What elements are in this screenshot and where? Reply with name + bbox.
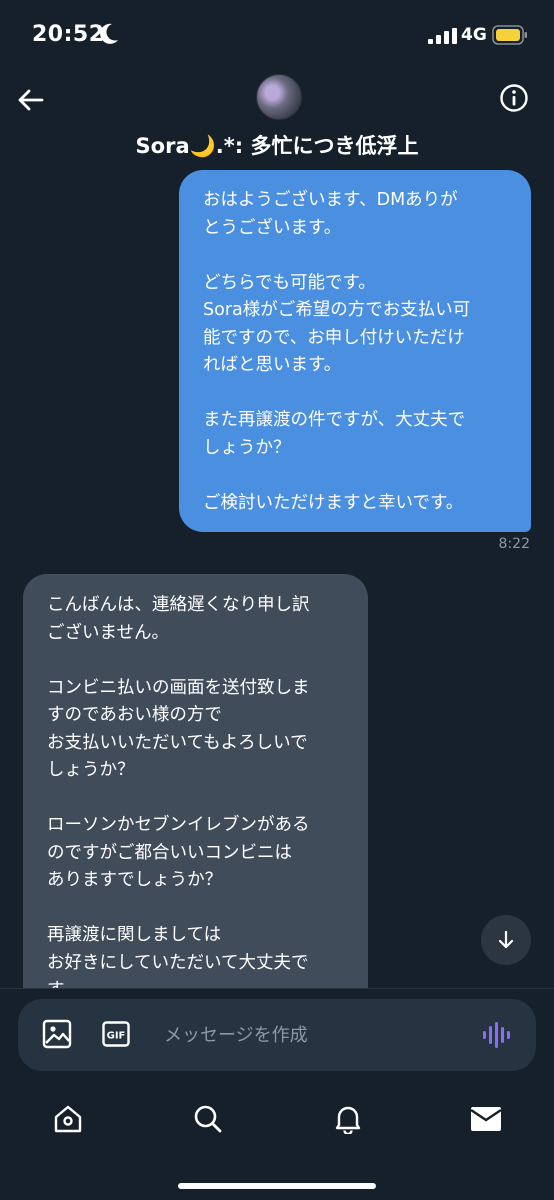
sent-message[interactable]: おはようございます、DMありが とうございます。 どちらでも可能です。 Sora… [179, 170, 531, 532]
gif-icon[interactable]: GIF [102, 1021, 130, 1047]
bottom-area: GIF [0, 988, 554, 1200]
status-bar: 20:52 4G [0, 0, 554, 70]
mail-icon [470, 1107, 502, 1131]
home-indicator [178, 1183, 376, 1189]
arrow-down-icon [498, 930, 514, 949]
received-message[interactable]: こんばんは、連絡遅くなり申し訳 ございません。 コンビニ払いの画面を送付致しま … [23, 574, 368, 1014]
scroll-to-bottom-button[interactable] [481, 915, 531, 965]
moon-icon [100, 23, 118, 44]
voice-wave-icon[interactable] [482, 1021, 512, 1049]
network-label: 4G [461, 25, 487, 45]
battery-icon [492, 25, 527, 45]
message-composer: GIF [18, 999, 536, 1071]
avatar[interactable] [256, 74, 302, 120]
back-button[interactable] [10, 80, 50, 120]
search-icon [194, 1105, 222, 1133]
tab-bar [0, 1099, 554, 1159]
arrow-left-icon [18, 89, 44, 111]
tab-notifications[interactable] [328, 1099, 368, 1139]
tab-home[interactable] [48, 1099, 88, 1139]
dm-conversation-screen: 20:52 4G Sora🌙.*: 多忙につき低浮上 おはようございます、DMあ… [0, 0, 554, 1200]
info-icon [500, 84, 528, 112]
message-timestamp: 8:22 [498, 536, 530, 552]
status-time: 20:52 [32, 22, 105, 47]
gif-frame: GIF [102, 1021, 130, 1047]
message-input[interactable] [164, 1021, 464, 1049]
tab-search[interactable] [188, 1099, 228, 1139]
conversation-title[interactable]: Sora🌙.*: 多忙につき低浮上 [0, 130, 554, 160]
info-button[interactable] [496, 80, 532, 116]
gif-label: GIF [107, 1031, 126, 1042]
home-icon [54, 1105, 82, 1133]
image-icon[interactable] [42, 1019, 72, 1049]
signal-icon [428, 28, 457, 44]
bell-icon [335, 1106, 361, 1134]
tab-messages[interactable] [466, 1099, 506, 1139]
